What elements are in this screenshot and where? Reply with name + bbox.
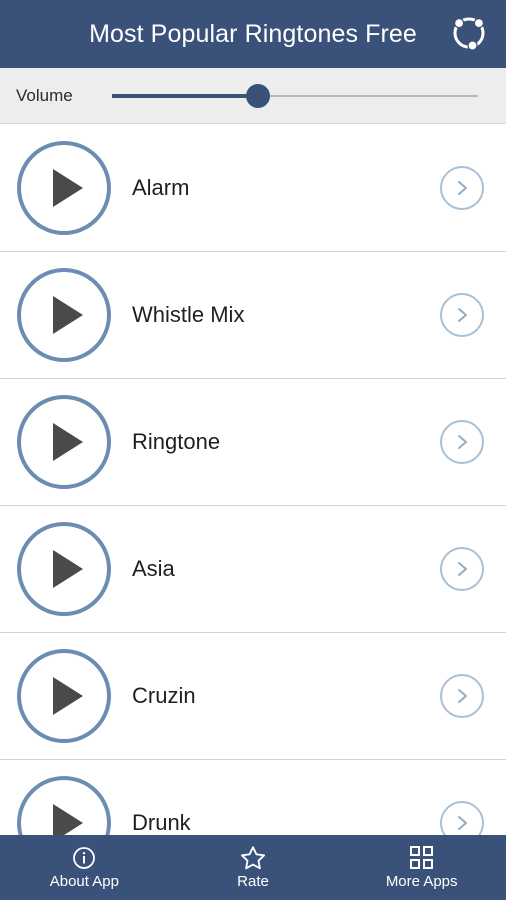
bottom-navigation: About App Rate More Apps	[0, 835, 506, 900]
ringtone-name: Drunk	[132, 810, 191, 835]
nav-item-rate[interactable]: Rate	[169, 835, 338, 900]
chevron-right-icon[interactable]	[440, 420, 484, 464]
volume-slider-fill	[112, 93, 259, 98]
ringtone-name: Alarm	[132, 175, 190, 200]
chevron-right-icon[interactable]	[440, 674, 484, 718]
volume-slider-thumb[interactable]	[246, 83, 271, 108]
volume-slider[interactable]	[112, 79, 478, 113]
ringtone-name: Whistle Mix	[132, 302, 245, 327]
nav-label-about-app: About App	[49, 872, 119, 890]
play-icon[interactable]	[17, 522, 111, 616]
nav-label-more-apps: More Apps	[385, 872, 458, 890]
ringtone-name: Cruzin	[132, 683, 196, 708]
ringtone-name: Asia	[132, 556, 175, 581]
ringtone-list[interactable]: Alarm Whistle Mix Ringtone Asia Cruzin D	[0, 125, 506, 900]
list-item[interactable]: Alarm	[0, 125, 506, 252]
chevron-right-icon[interactable]	[440, 293, 484, 337]
play-icon[interactable]	[17, 268, 111, 362]
star-icon	[240, 845, 266, 870]
play-icon[interactable]	[17, 141, 111, 235]
grid-icon	[410, 846, 434, 870]
ringtone-name: Ringtone	[132, 429, 221, 454]
share-network-icon[interactable]	[440, 4, 498, 62]
list-item[interactable]: Ringtone	[0, 379, 506, 506]
volume-label: Volume	[16, 85, 73, 105]
nav-item-about-app[interactable]: About App	[0, 835, 169, 900]
info-icon	[72, 846, 96, 870]
app-header: Most Popular Ringtones Free	[0, 0, 506, 68]
page-title: Most Popular Ringtones Free	[89, 20, 417, 48]
nav-label-rate: Rate	[237, 872, 269, 890]
volume-control: Volume	[0, 68, 506, 124]
play-icon[interactable]	[17, 649, 111, 743]
play-icon[interactable]	[17, 395, 111, 489]
chevron-right-icon[interactable]	[440, 547, 484, 591]
list-item[interactable]: Cruzin	[0, 633, 506, 760]
nav-item-more-apps[interactable]: More Apps	[337, 835, 506, 900]
list-item[interactable]: Asia	[0, 506, 506, 633]
chevron-right-icon[interactable]	[440, 166, 484, 210]
list-item[interactable]: Whistle Mix	[0, 252, 506, 379]
